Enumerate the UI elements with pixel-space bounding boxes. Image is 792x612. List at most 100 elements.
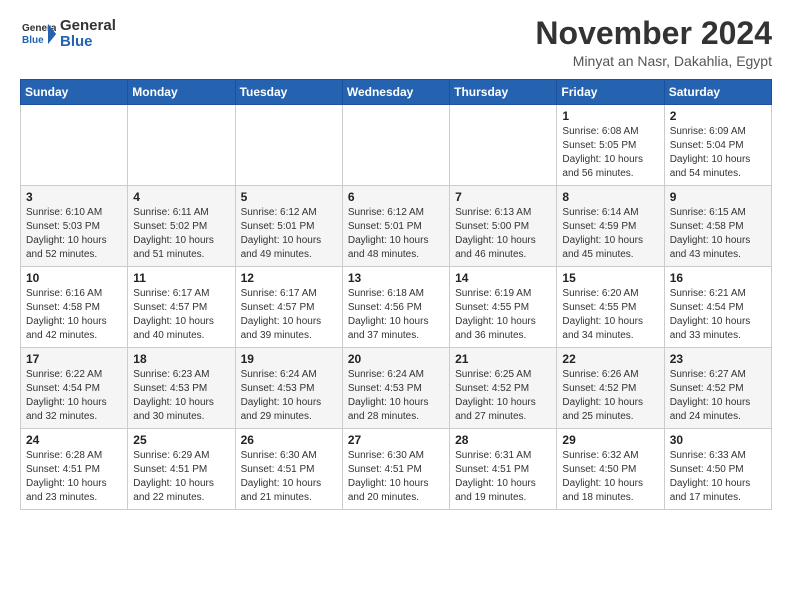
day-number: 16 (670, 271, 766, 285)
calendar-cell: 8 Sunrise: 6:14 AMSunset: 4:59 PMDaylight… (557, 186, 664, 267)
column-header-tuesday: Tuesday (235, 80, 342, 105)
day-info: Sunrise: 6:33 AMSunset: 4:50 PMDaylight:… (670, 449, 766, 505)
day-number: 30 (670, 433, 766, 447)
day-number: 24 (26, 433, 122, 447)
day-info: Sunrise: 6:12 AMSunset: 5:01 PMDaylight:… (348, 206, 444, 262)
calendar-cell (235, 105, 342, 186)
day-number: 21 (455, 352, 551, 366)
day-info: Sunrise: 6:24 AMSunset: 4:53 PMDaylight:… (348, 368, 444, 424)
column-header-wednesday: Wednesday (342, 80, 449, 105)
day-info: Sunrise: 6:19 AMSunset: 4:55 PMDaylight:… (455, 287, 551, 343)
day-number: 8 (562, 190, 658, 204)
calendar-cell: 14 Sunrise: 6:19 AMSunset: 4:55 PMDayligh… (450, 267, 557, 348)
day-number: 10 (26, 271, 122, 285)
day-info: Sunrise: 6:22 AMSunset: 4:54 PMDaylight:… (26, 368, 122, 424)
day-number: 17 (26, 352, 122, 366)
calendar-header-row: SundayMondayTuesdayWednesdayThursdayFrid… (21, 80, 772, 105)
calendar-cell (450, 105, 557, 186)
day-info: Sunrise: 6:15 AMSunset: 4:58 PMDaylight:… (670, 206, 766, 262)
day-number: 5 (241, 190, 337, 204)
day-number: 23 (670, 352, 766, 366)
column-header-thursday: Thursday (450, 80, 557, 105)
calendar-cell (21, 105, 128, 186)
calendar-week-row: 24 Sunrise: 6:28 AMSunset: 4:51 PMDayligh… (21, 429, 772, 510)
day-info: Sunrise: 6:20 AMSunset: 4:55 PMDaylight:… (562, 287, 658, 343)
calendar-cell: 11 Sunrise: 6:17 AMSunset: 4:57 PMDayligh… (128, 267, 235, 348)
day-number: 22 (562, 352, 658, 366)
day-number: 1 (562, 109, 658, 123)
day-number: 7 (455, 190, 551, 204)
calendar-cell: 1 Sunrise: 6:08 AMSunset: 5:05 PMDaylight… (557, 105, 664, 186)
day-info: Sunrise: 6:23 AMSunset: 4:53 PMDaylight:… (133, 368, 229, 424)
day-info: Sunrise: 6:26 AMSunset: 4:52 PMDaylight:… (562, 368, 658, 424)
day-number: 29 (562, 433, 658, 447)
calendar-cell: 16 Sunrise: 6:21 AMSunset: 4:54 PMDayligh… (664, 267, 771, 348)
location-subtitle: Minyat an Nasr, Dakahlia, Egypt (535, 53, 772, 69)
calendar-week-row: 1 Sunrise: 6:08 AMSunset: 5:05 PMDaylight… (21, 105, 772, 186)
calendar-cell: 18 Sunrise: 6:23 AMSunset: 4:53 PMDayligh… (128, 348, 235, 429)
day-number: 18 (133, 352, 229, 366)
day-number: 15 (562, 271, 658, 285)
calendar-cell: 24 Sunrise: 6:28 AMSunset: 4:51 PMDayligh… (21, 429, 128, 510)
column-header-friday: Friday (557, 80, 664, 105)
calendar-cell: 12Sunrise: 6:17 AMSunset: 4:57 PMDayligh… (235, 267, 342, 348)
calendar-week-row: 3 Sunrise: 6:10 AMSunset: 5:03 PMDaylight… (21, 186, 772, 267)
day-number: 4 (133, 190, 229, 204)
day-number: 27 (348, 433, 444, 447)
calendar-cell: 17 Sunrise: 6:22 AMSunset: 4:54 PMDayligh… (21, 348, 128, 429)
day-number: 11 (133, 271, 229, 285)
calendar-table: SundayMondayTuesdayWednesdayThursdayFrid… (20, 79, 772, 510)
logo: General Blue General Blue (20, 16, 116, 52)
day-info: Sunrise: 6:09 AMSunset: 5:04 PMDaylight:… (670, 125, 766, 181)
svg-text:Blue: Blue (22, 35, 44, 46)
calendar-cell: 10Sunrise: 6:16 AMSunset: 4:58 PMDayligh… (21, 267, 128, 348)
calendar-cell: 29Sunrise: 6:32 AMSunset: 4:50 PMDayligh… (557, 429, 664, 510)
calendar-cell: 15 Sunrise: 6:20 AMSunset: 4:55 PMDayligh… (557, 267, 664, 348)
calendar-cell: 20Sunrise: 6:24 AMSunset: 4:53 PMDayligh… (342, 348, 449, 429)
calendar-cell: 27Sunrise: 6:30 AMSunset: 4:51 PMDayligh… (342, 429, 449, 510)
logo-text: General Blue (60, 18, 116, 51)
calendar-cell: 25Sunrise: 6:29 AMSunset: 4:51 PMDayligh… (128, 429, 235, 510)
calendar-week-row: 10Sunrise: 6:16 AMSunset: 4:58 PMDayligh… (21, 267, 772, 348)
day-number: 19 (241, 352, 337, 366)
calendar-cell (342, 105, 449, 186)
day-number: 9 (670, 190, 766, 204)
page-header: General Blue General Blue November 2024 … (20, 16, 772, 69)
day-info: Sunrise: 6:13 AMSunset: 5:00 PMDaylight:… (455, 206, 551, 262)
calendar-cell: 7 Sunrise: 6:13 AMSunset: 5:00 PMDaylight… (450, 186, 557, 267)
day-info: Sunrise: 6:29 AMSunset: 4:51 PMDaylight:… (133, 449, 229, 505)
day-info: Sunrise: 6:25 AMSunset: 4:52 PMDaylight:… (455, 368, 551, 424)
day-info: Sunrise: 6:18 AMSunset: 4:56 PMDaylight:… (348, 287, 444, 343)
calendar-cell (128, 105, 235, 186)
day-number: 12 (241, 271, 337, 285)
day-info: Sunrise: 6:17 AMSunset: 4:57 PMDaylight:… (133, 287, 229, 343)
calendar-cell: 13 Sunrise: 6:18 AMSunset: 4:56 PMDayligh… (342, 267, 449, 348)
day-info: Sunrise: 6:11 AMSunset: 5:02 PMDaylight:… (133, 206, 229, 262)
calendar-cell: 2 Sunrise: 6:09 AMSunset: 5:04 PMDaylight… (664, 105, 771, 186)
day-number: 14 (455, 271, 551, 285)
day-info: Sunrise: 6:27 AMSunset: 4:52 PMDaylight:… (670, 368, 766, 424)
month-title: November 2024 (535, 16, 772, 51)
calendar-cell: 9 Sunrise: 6:15 AMSunset: 4:58 PMDaylight… (664, 186, 771, 267)
column-header-sunday: Sunday (21, 80, 128, 105)
day-info: Sunrise: 6:14 AMSunset: 4:59 PMDaylight:… (562, 206, 658, 262)
day-number: 13 (348, 271, 444, 285)
day-info: Sunrise: 6:21 AMSunset: 4:54 PMDaylight:… (670, 287, 766, 343)
calendar-cell: 4 Sunrise: 6:11 AMSunset: 5:02 PMDaylight… (128, 186, 235, 267)
calendar-week-row: 17 Sunrise: 6:22 AMSunset: 4:54 PMDayligh… (21, 348, 772, 429)
day-info: Sunrise: 6:31 AMSunset: 4:51 PMDaylight:… (455, 449, 551, 505)
day-number: 28 (455, 433, 551, 447)
day-info: Sunrise: 6:08 AMSunset: 5:05 PMDaylight:… (562, 125, 658, 181)
calendar-cell: 21 Sunrise: 6:25 AMSunset: 4:52 PMDayligh… (450, 348, 557, 429)
calendar-cell: 5Sunrise: 6:12 AMSunset: 5:01 PMDaylight… (235, 186, 342, 267)
day-number: 2 (670, 109, 766, 123)
day-number: 3 (26, 190, 122, 204)
column-header-monday: Monday (128, 80, 235, 105)
day-info: Sunrise: 6:24 AMSunset: 4:53 PMDaylight:… (241, 368, 337, 424)
calendar-cell: 28 Sunrise: 6:31 AMSunset: 4:51 PMDayligh… (450, 429, 557, 510)
day-info: Sunrise: 6:28 AMSunset: 4:51 PMDaylight:… (26, 449, 122, 505)
day-info: Sunrise: 6:30 AMSunset: 4:51 PMDaylight:… (241, 449, 337, 505)
calendar-cell: 23 Sunrise: 6:27 AMSunset: 4:52 PMDayligh… (664, 348, 771, 429)
day-info: Sunrise: 6:10 AMSunset: 5:03 PMDaylight:… (26, 206, 122, 262)
calendar-cell: 26Sunrise: 6:30 AMSunset: 4:51 PMDayligh… (235, 429, 342, 510)
